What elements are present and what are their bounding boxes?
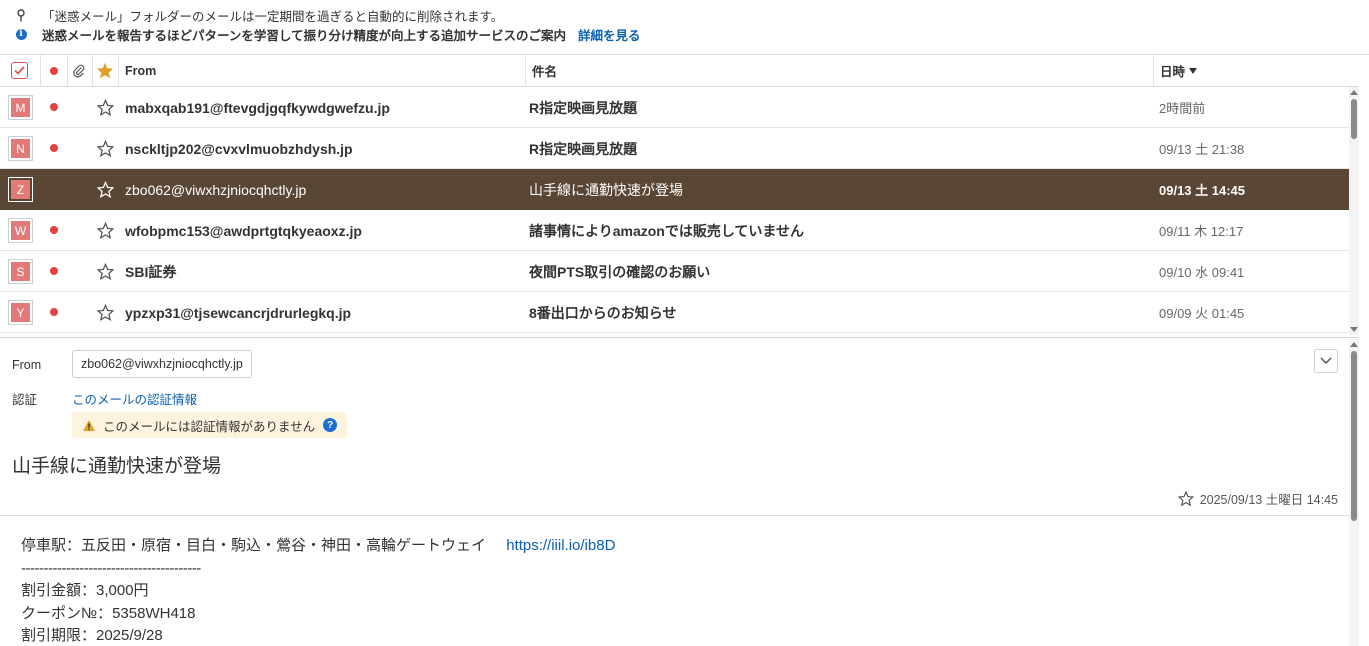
attachment-column-header[interactable] bbox=[73, 55, 85, 86]
pin-icon bbox=[14, 8, 28, 22]
notice-area: 「迷惑メール」フォルダーのメールは一定期間を過ぎると自動的に削除されます。 i … bbox=[0, 0, 1369, 55]
star-outline-icon[interactable] bbox=[97, 181, 114, 198]
message-sender: nsckltjp202@cvxvlmuobzhdysh.jp bbox=[125, 140, 353, 157]
body-coupon-number: クーポン№：5358WH418 bbox=[21, 604, 196, 622]
unread-dot-icon[interactable] bbox=[50, 226, 58, 234]
unread-column-header[interactable] bbox=[50, 55, 58, 86]
message-preview: From zbo062@viwxhzjniocqhctly.jp 認証 このメー… bbox=[0, 337, 1359, 646]
from-label: From bbox=[12, 358, 42, 372]
warning-icon bbox=[83, 419, 95, 431]
date-column-label: 日時 bbox=[1160, 65, 1186, 79]
avatar-initial: S bbox=[11, 262, 30, 281]
auth-warning-text: このメールには認証情報がありません bbox=[103, 419, 316, 434]
sender-avatar[interactable]: M bbox=[8, 95, 33, 120]
preview-date: 2025/09/13 土曜日 14:45 bbox=[1199, 493, 1338, 507]
message-subject: R指定映画見放題 bbox=[529, 99, 638, 116]
auth-warning: このメールには認証情報がありません ? bbox=[72, 412, 348, 438]
unread-dot-icon[interactable] bbox=[50, 308, 58, 316]
message-subject: 山手線に通勤快速が登場 bbox=[529, 181, 683, 198]
from-column-header[interactable]: From bbox=[125, 55, 156, 86]
date-column-header[interactable]: 日時 bbox=[1160, 55, 1198, 86]
unread-dot-icon[interactable] bbox=[50, 144, 58, 152]
message-date: 09/10 水 09:41 bbox=[1159, 265, 1245, 280]
message-subject: 8番出口からのお知らせ bbox=[529, 304, 677, 321]
auth-info-link[interactable]: このメールの認証情報 bbox=[72, 389, 197, 408]
auth-label: 認証 bbox=[12, 393, 38, 407]
message-body: 停車駅：五反田・原宿・目白・駒込・鶯谷・神田・高輪ゲートウェイ https://… bbox=[21, 535, 615, 646]
message-row[interactable]: Wwfobpmc153@awdprtgtqkyeaoxz.jp 諸事情によりama… bbox=[0, 210, 1349, 251]
paperclip-icon bbox=[73, 64, 85, 77]
notice-text-2: 迷惑メールを報告するほどパターンを学習して振り分け精度が向上する追加サービスのご… bbox=[42, 28, 567, 43]
star-outline-icon[interactable] bbox=[97, 140, 114, 157]
preview-header: From zbo062@viwxhzjniocqhctly.jp 認証 このメー… bbox=[0, 338, 1359, 516]
body-stations-text: 停車駅：五反田・原宿・目白・駒込・鶯谷・神田・高輪ゲートウェイ bbox=[21, 537, 487, 554]
star-outline-icon[interactable] bbox=[1177, 491, 1194, 506]
preview-scrollbar[interactable] bbox=[1349, 339, 1359, 646]
star-outline-icon[interactable] bbox=[97, 99, 114, 116]
avatar-initial: Z bbox=[11, 180, 30, 199]
message-sender: wfobpmc153@awdprtgtqkyeaoxz.jp bbox=[125, 222, 362, 239]
preview-subject: 山手線に通勤快速が登場 bbox=[12, 456, 222, 477]
message-date: 09/11 木 12:17 bbox=[1159, 224, 1244, 239]
info-icon: i bbox=[14, 27, 28, 41]
unread-dot-icon bbox=[50, 66, 58, 75]
sender-avatar[interactable]: W bbox=[8, 218, 33, 243]
sender-avatar[interactable]: N bbox=[8, 136, 33, 161]
notice-text-1: 「迷惑メール」フォルダーのメールは一定期間を過ぎると自動的に削除されます。 bbox=[42, 9, 504, 24]
message-date: 09/09 火 01:45 bbox=[1159, 306, 1245, 321]
star-filled-icon bbox=[96, 62, 114, 79]
avatar-initial: W bbox=[11, 221, 30, 240]
notice-auto-delete: 「迷惑メール」フォルダーのメールは一定期間を過ぎると自動的に削除されます。 bbox=[14, 6, 503, 24]
star-outline-icon[interactable] bbox=[97, 304, 114, 321]
body-line-stations: 停車駅：五反田・原宿・目白・駒込・鶯谷・神田・高輪ゲートウェイ https://… bbox=[21, 535, 615, 558]
sender-avatar[interactable]: Y bbox=[8, 300, 33, 325]
avatar-initial: Y bbox=[11, 303, 30, 322]
message-list-header: From 件名 日時 bbox=[0, 55, 1359, 87]
body-url-link[interactable]: https://iiil.io/ib8D bbox=[506, 537, 615, 554]
message-row[interactable]: Mmabxqab191@ftevgdjgqfkywdgwefzu.jp R指定映画… bbox=[0, 87, 1349, 128]
help-icon[interactable]: ? bbox=[323, 418, 338, 432]
avatar-initial: N bbox=[11, 139, 30, 158]
body-separator: ---------------------------------------- bbox=[21, 559, 201, 577]
message-date: 09/13 土 14:45 bbox=[1159, 183, 1246, 198]
message-subject: R指定映画見放題 bbox=[529, 140, 638, 157]
message-subject: 諸事情によりamazonでは販売していません bbox=[529, 222, 805, 239]
chevron-down-icon bbox=[1320, 357, 1332, 365]
message-date: 2時間前 bbox=[1159, 101, 1206, 116]
unread-dot-icon[interactable] bbox=[50, 103, 58, 111]
message-row[interactable]: Nnsckltjp202@cvxvlmuobzhdysh.jp R指定映画見放題 0… bbox=[0, 128, 1349, 169]
message-sender: mabxqab191@ftevgdjgqfkywdgwefzu.jp bbox=[125, 99, 390, 116]
message-subject: 夜間PTS取引の確認のお願い bbox=[529, 263, 711, 280]
collapse-header-button[interactable] bbox=[1314, 349, 1338, 373]
detail-link[interactable]: 詳細を見る bbox=[578, 25, 641, 44]
list-scrollbar[interactable] bbox=[1349, 87, 1359, 335]
message-sender: zbo062@viwxhzjniocqhctly.jp bbox=[125, 181, 307, 198]
message-sender: SBI証券 bbox=[125, 263, 177, 280]
message-sender: ypzxp31@tjsewcancrjdrurlegkq.jp bbox=[125, 304, 352, 321]
from-address-chip[interactable]: zbo062@viwxhzjniocqhctly.jp bbox=[72, 350, 252, 378]
select-all-checkbox[interactable] bbox=[11, 55, 28, 86]
notice-service-info: i 迷惑メールを報告するほどパターンを学習して振り分け精度が向上する追加サービス… bbox=[14, 25, 641, 43]
avatar-initial: M bbox=[11, 98, 30, 117]
message-row[interactable]: Yypzxp31@tjsewcancrjdrurlegkq.jp 8番出口からのお… bbox=[0, 292, 1349, 333]
message-row[interactable]: S SBI証券 夜間PTS取引の確認のお願い 09/10 水 09:41 bbox=[0, 251, 1349, 292]
star-outline-icon[interactable] bbox=[97, 222, 114, 239]
unread-dot-icon[interactable] bbox=[50, 267, 58, 275]
message-row[interactable]: Zzbo062@viwxhzjniocqhctly.jp 山手線に通勤快速が登場 0… bbox=[0, 169, 1349, 210]
star-outline-icon[interactable] bbox=[97, 263, 114, 280]
preview-date-area: 2025/09/13 土曜日 14:45 bbox=[1177, 489, 1338, 508]
subject-column-header[interactable]: 件名 bbox=[532, 55, 557, 86]
star-column-header[interactable] bbox=[96, 55, 114, 86]
body-expiry: 割引期限：2025/9/28 bbox=[21, 627, 163, 644]
sender-avatar[interactable]: S bbox=[8, 259, 33, 284]
sort-desc-icon bbox=[1189, 67, 1198, 74]
message-date: 09/13 土 21:38 bbox=[1159, 142, 1245, 157]
body-discount-amount: 割引金額：3,000円 bbox=[21, 582, 149, 599]
sender-avatar[interactable]: Z bbox=[8, 177, 33, 202]
